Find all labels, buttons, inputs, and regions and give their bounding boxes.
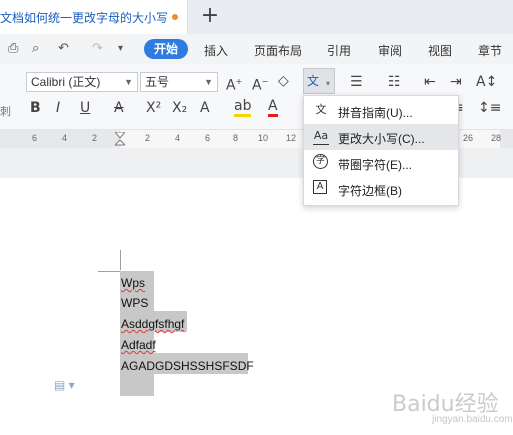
font-name-select[interactable]: Calibri (正文) ▼: [26, 72, 138, 92]
menu-item-character-border[interactable]: A 字符边框(B): [304, 176, 458, 202]
grow-font-icon[interactable]: A+: [226, 74, 242, 94]
subscript-icon[interactable]: X₂: [172, 100, 187, 116]
line-spacing-icon[interactable]: ↕≡: [478, 100, 501, 116]
menu-item-label: 带圈字符(E)...: [338, 158, 412, 172]
watermark-url: jingyan.baidu.com: [432, 414, 513, 425]
strikethrough-icon[interactable]: A: [114, 100, 124, 116]
chevron-down-icon: ▼: [124, 77, 133, 87]
ruler-number: 4: [62, 133, 68, 143]
new-tab-button[interactable]: +: [199, 4, 221, 28]
tab-bar: 文档如何统一更改字母的大小写 +: [0, 0, 513, 34]
bullets-icon[interactable]: ☰: [350, 74, 363, 90]
print-icon[interactable]: ⎙: [8, 40, 18, 58]
clear-format-icon[interactable]: ◇: [278, 73, 289, 89]
font-size-value: 五号: [145, 75, 170, 89]
menu-item-pinyin-guide[interactable]: 文 拼音指南(U)...: [304, 98, 458, 124]
document-line[interactable]: WPS: [121, 294, 148, 312]
document-line[interactable]: AGADGDSHSSHSFSDF: [121, 357, 254, 375]
ruler-number: 2: [145, 133, 151, 143]
document-line[interactable]: Adfadf: [121, 336, 156, 354]
ruler-number: 2: [92, 133, 98, 143]
quick-access-more-icon[interactable]: ▾: [118, 40, 123, 58]
text-effect-icon[interactable]: A: [200, 100, 210, 116]
crop-mark: [120, 250, 121, 270]
ruler-number: 6: [32, 133, 38, 143]
increase-indent-icon[interactable]: ⇥: [450, 74, 462, 90]
change-case-icon: Aa: [313, 128, 329, 145]
undo-icon[interactable]: ↶: [58, 40, 69, 58]
font-name-value: Calibri (正文): [31, 75, 101, 89]
document-line[interactable]: Asddgfsfhgf: [121, 315, 184, 333]
numbering-icon[interactable]: ☷: [388, 74, 401, 90]
superscript-icon[interactable]: X²: [146, 100, 161, 116]
menu-item-enclosed-characters[interactable]: 字 带圈字符(E)...: [304, 150, 458, 176]
left-clipped-label: 刺: [0, 106, 11, 118]
chevron-down-icon: ▼: [204, 77, 213, 87]
highlight-icon[interactable]: ab: [234, 98, 252, 117]
ruler-number: 4: [175, 133, 181, 143]
ruler-number: 8: [233, 133, 239, 143]
document-tab[interactable]: 文档如何统一更改字母的大小写: [0, 0, 188, 34]
print-preview-icon[interactable]: ⌕: [32, 40, 39, 58]
ruler-number: 6: [205, 133, 211, 143]
menu-start[interactable]: 开始: [144, 39, 188, 59]
paragraph-layout-icon[interactable]: ▤ ▾: [54, 378, 75, 392]
enclosed-char-icon: 字: [313, 154, 328, 169]
menu-item-label: 更改大小写(C)...: [338, 132, 425, 146]
indent-marker-icon[interactable]: [115, 132, 125, 148]
crop-mark: [98, 271, 120, 272]
shrink-font-icon[interactable]: A−: [252, 74, 268, 94]
unsaved-dot-icon: [172, 14, 178, 20]
ruler-number: 26: [463, 133, 474, 143]
italic-icon[interactable]: I: [56, 100, 60, 116]
tab-title: 文档如何统一更改字母的大小写: [0, 11, 169, 25]
ruler-number: 28: [491, 133, 502, 143]
menu-review[interactable]: 审阅: [378, 42, 402, 59]
menu-view[interactable]: 视图: [428, 42, 452, 59]
phonetic-icon: 文: [307, 74, 320, 88]
menu-row: ⎙ ⌕ ↶ ↷ ▾ 开始 插入 页面布局 引用 审阅 视图 章节: [0, 34, 513, 64]
ruler-number: 10: [258, 133, 269, 143]
underline-icon[interactable]: U: [80, 100, 90, 116]
menu-sections[interactable]: 章节: [478, 42, 502, 59]
ruler-number: 12: [286, 133, 297, 143]
menu-item-label: 拼音指南(U)...: [338, 106, 413, 120]
font-color-icon[interactable]: A: [268, 98, 278, 117]
bold-icon[interactable]: B: [30, 100, 41, 116]
text-direction-icon[interactable]: A↕: [476, 74, 497, 90]
redo-icon[interactable]: ↷: [92, 40, 103, 58]
phonetic-guide-button[interactable]: 文 ▾: [303, 68, 335, 94]
char-border-icon: A: [313, 180, 327, 194]
menu-references[interactable]: 引用: [327, 42, 351, 59]
chevron-down-icon: ▾: [326, 79, 331, 88]
menu-page-layout[interactable]: 页面布局: [254, 42, 302, 59]
decrease-indent-icon[interactable]: ⇤: [424, 74, 436, 90]
phonetic-dropdown-menu: 文 拼音指南(U)... Aa 更改大小写(C)... 字 带圈字符(E)...…: [303, 95, 459, 206]
menu-item-change-case[interactable]: Aa 更改大小写(C)...: [304, 124, 458, 150]
pinyin-guide-icon: 文: [315, 103, 327, 116]
menu-item-label: 字符边框(B): [338, 184, 402, 198]
font-size-select[interactable]: 五号 ▼: [140, 72, 218, 92]
document-line[interactable]: Wps: [121, 274, 145, 292]
menu-insert[interactable]: 插入: [204, 42, 228, 59]
